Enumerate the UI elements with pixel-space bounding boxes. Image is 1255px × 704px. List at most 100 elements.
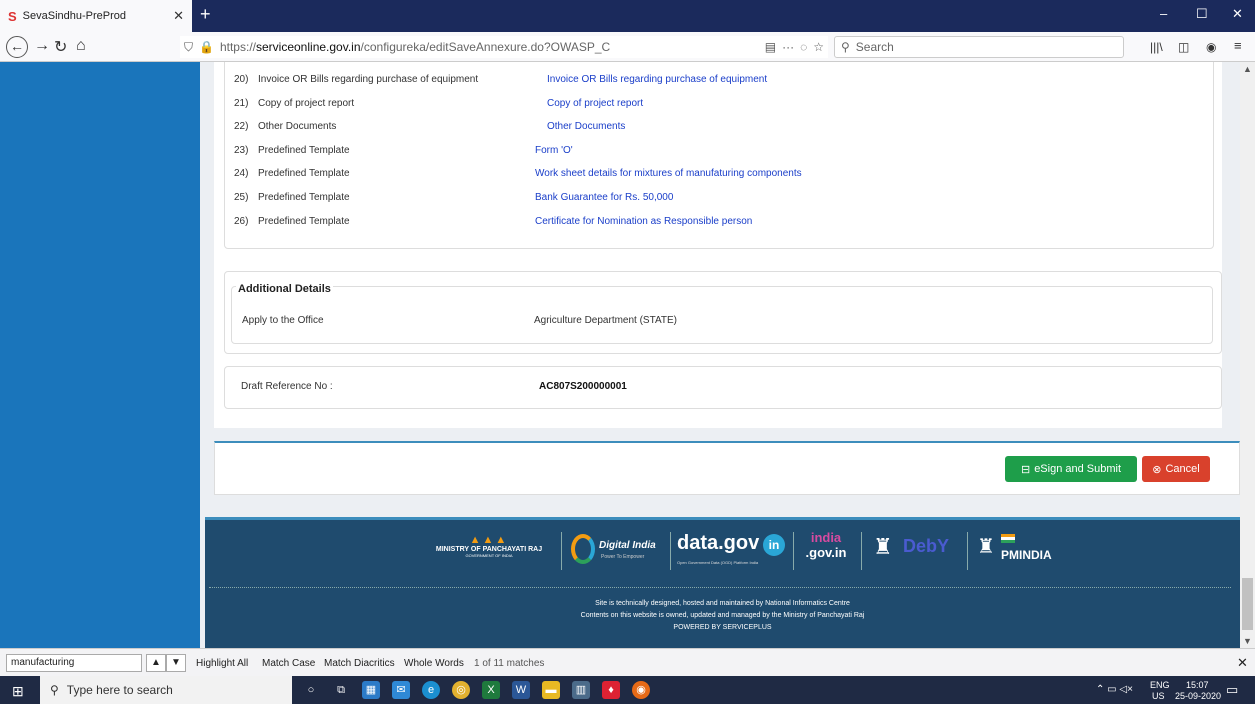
find-input[interactable]: manufacturing xyxy=(6,654,142,672)
taskbar-search-placeholder: Type here to search xyxy=(66,683,173,697)
page-scrollbar[interactable]: ▲ ▼ xyxy=(1240,62,1255,648)
word-icon[interactable]: W xyxy=(512,681,530,699)
app-icon[interactable]: ▥ xyxy=(572,681,590,699)
document-row: 26) Predefined Template Certificate for No… xyxy=(234,216,1194,230)
browser-tab[interactable]: S SevaSindhu-PreProd ✕ xyxy=(0,0,192,32)
browser-title-bar: S SevaSindhu-PreProd ✕ + – ☐ ✕ xyxy=(0,0,1255,32)
paint-icon[interactable]: ♦ xyxy=(602,681,620,699)
url-text[interactable]: https://serviceonline.gov.in/configureka… xyxy=(220,40,610,54)
document-link[interactable]: Other Documents xyxy=(547,121,625,132)
divider xyxy=(861,532,862,570)
reload-icon[interactable]: ↻ xyxy=(54,37,67,57)
edge-icon[interactable]: e xyxy=(422,681,440,699)
language-indicator[interactable]: ENG xyxy=(1150,680,1170,690)
mail-icon[interactable]: ✉ xyxy=(392,681,410,699)
additional-details-fieldset xyxy=(231,286,1213,344)
firefox-icon[interactable]: ◉ xyxy=(632,681,650,699)
document-row: 23) Predefined Template Form 'O' xyxy=(234,145,1194,159)
menu-icon[interactable]: ≡ xyxy=(1234,38,1242,53)
page-actions-icon[interactable]: ··· xyxy=(782,40,794,54)
additional-details-panel: Additional Details Apply to the Office A… xyxy=(224,271,1222,354)
whole-words-toggle[interactable]: Whole Words xyxy=(404,658,464,669)
address-bar[interactable]: ⛉ 🔒 https://serviceonline.gov.in/configu… xyxy=(180,36,828,58)
maximize-button[interactable]: ☐ xyxy=(1196,6,1208,22)
pocket-icon[interactable]: ◌ xyxy=(800,40,807,54)
match-count: 1 of 11 matches xyxy=(474,658,545,669)
match-diacritics-toggle[interactable]: Match Diacritics xyxy=(324,658,395,669)
footer-separator xyxy=(209,587,1231,588)
new-tab-button[interactable]: + xyxy=(200,4,211,25)
document-number: 22) xyxy=(234,121,249,133)
panchayati-raj-logo[interactable]: ▲▲▲ MINISTRY OF PANCHAYATI RAJ GOVERNMEN… xyxy=(423,534,555,558)
document-row: 20) Invoice OR Bills regarding purchase o… xyxy=(234,74,1194,88)
cancel-button[interactable]: ⊗ Cancel xyxy=(1142,456,1210,482)
document-type-label: 22) Other Documents xyxy=(234,121,534,132)
cancel-circle-icon: ⊗ xyxy=(1152,463,1162,476)
minimize-button[interactable]: – xyxy=(1160,6,1167,21)
esign-submit-button[interactable]: ⊟ eSign and Submit xyxy=(1005,456,1137,482)
document-link[interactable]: Work sheet details for mixtures of manuf… xyxy=(535,168,802,179)
clock-date: 25-09-2020 xyxy=(1175,691,1222,701)
sign-icon: ⊟ xyxy=(1020,463,1031,476)
document-type-label: 25) Predefined Template xyxy=(234,192,534,203)
draft-reference-label: Draft Reference No : xyxy=(241,381,333,392)
chrome-icon[interactable]: ◎ xyxy=(452,681,470,699)
account-icon[interactable]: ◉ xyxy=(1206,40,1216,54)
pm-emblem-icon: ♜ xyxy=(977,536,995,558)
document-type-text: Predefined Template xyxy=(258,192,350,203)
cortana-icon[interactable]: ○ xyxy=(302,681,320,699)
data-gov-in-icon: in xyxy=(763,534,785,556)
scrollbar-thumb[interactable] xyxy=(1242,578,1253,630)
pmindia-logo[interactable]: PMINDIA xyxy=(1001,548,1052,562)
file-explorer-icon[interactable]: ▬ xyxy=(542,681,560,699)
store-icon[interactable]: ▦ xyxy=(362,681,380,699)
document-link[interactable]: Copy of project report xyxy=(547,98,643,109)
find-bar: manufacturing ▲ ▼ Highlight All Match Ca… xyxy=(0,648,1255,676)
excel-icon[interactable]: X xyxy=(482,681,500,699)
document-link[interactable]: Bank Guarantee for Rs. 50,000 xyxy=(535,192,673,203)
highlight-all-toggle[interactable]: Highlight All xyxy=(196,658,248,669)
find-previous-button[interactable]: ▲ xyxy=(146,654,166,672)
find-next-button[interactable]: ▼ xyxy=(166,654,186,672)
clock-time[interactable]: 15:07 xyxy=(1186,680,1209,690)
divider xyxy=(670,532,671,570)
window-close-button[interactable]: ✕ xyxy=(1232,6,1243,22)
document-number: 20) xyxy=(234,74,249,85)
scroll-up-icon[interactable]: ▲ xyxy=(1243,64,1252,74)
home-icon[interactable]: ⌂ xyxy=(76,37,86,55)
bookmark-star-icon[interactable]: ☆ xyxy=(813,40,824,54)
shield-icon[interactable]: ⛉ xyxy=(184,40,193,55)
digital-india-icon xyxy=(571,534,595,564)
document-link[interactable]: Form 'O' xyxy=(535,145,573,156)
notifications-icon[interactable]: ▭ xyxy=(1226,682,1238,698)
document-type-text: Copy of project report xyxy=(258,97,355,109)
library-icon[interactable]: |||\ xyxy=(1150,40,1163,54)
additional-details-legend: Additional Details xyxy=(236,283,333,295)
task-view-icon[interactable]: ⧉ xyxy=(332,681,350,699)
document-type-label: 24) Predefined Template xyxy=(234,168,534,179)
forward-arrow-icon[interactable]: → xyxy=(34,37,50,55)
taskbar-search-input[interactable]: ⚲ Type here to search xyxy=(40,676,292,704)
find-close-icon[interactable]: ✕ xyxy=(1237,655,1248,671)
document-link[interactable]: Invoice OR Bills regarding purchase of e… xyxy=(547,74,767,85)
apply-office-label: Apply to the Office xyxy=(242,315,324,326)
reader-view-icon[interactable]: ▤ xyxy=(765,40,776,54)
tab-close-icon[interactable]: ✕ xyxy=(173,8,184,24)
tray-icons[interactable]: ⌃ ▭ ◁× xyxy=(1096,684,1133,695)
lotus-icon: ▲▲▲ xyxy=(469,534,509,546)
sidebar-toggle-icon[interactable]: ◫ xyxy=(1178,40,1189,54)
site-favicon-icon: S xyxy=(8,8,17,24)
india-gov-logo[interactable]: india .gov.in xyxy=(801,530,851,560)
document-type-label: 26) Predefined Template xyxy=(234,216,534,227)
footer-line-nic: Site is technically designed, hosted and… xyxy=(595,600,850,607)
lock-icon[interactable]: 🔒 xyxy=(199,40,214,54)
match-case-toggle[interactable]: Match Case xyxy=(262,658,315,669)
scroll-down-icon[interactable]: ▼ xyxy=(1243,636,1252,646)
debt-logo[interactable]: DebY xyxy=(903,536,949,557)
document-link[interactable]: Certificate for Nomination as Responsibl… xyxy=(535,216,752,227)
back-arrow-icon[interactable]: ← xyxy=(6,36,28,58)
tab-title: SevaSindhu-PreProd xyxy=(22,10,127,22)
document-row: 22) Other Documents Other Documents xyxy=(234,121,1194,135)
windows-start-icon[interactable]: ⊞ xyxy=(12,683,24,700)
search-input[interactable]: ⚲ Search xyxy=(834,36,1124,58)
